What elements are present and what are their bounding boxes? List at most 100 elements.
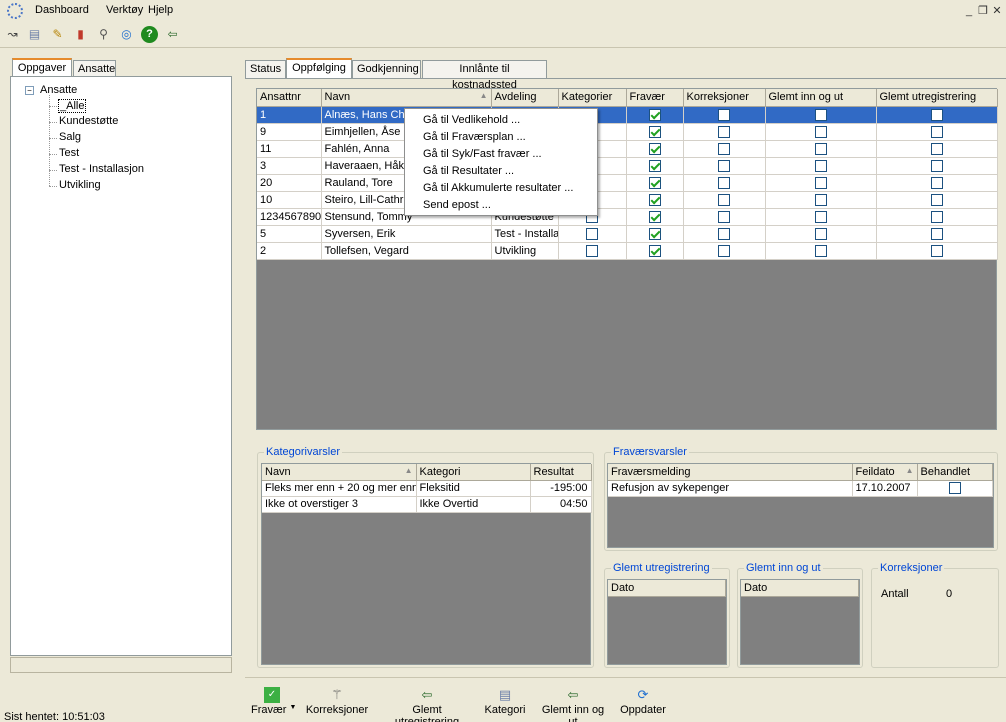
table-row[interactable]: Fleks mer enn + 20 og mer enn Fleksitid -1… — [262, 480, 592, 497]
context-menu-item[interactable]: Gå til Fraværsplan ... — [405, 129, 597, 146]
korreksjoner-checkbox[interactable] — [718, 142, 730, 155]
kategorier-checkbox[interactable] — [586, 244, 598, 257]
column-header[interactable]: Kategorier — [558, 89, 627, 107]
column-header[interactable]: Behandlet — [917, 464, 993, 481]
glemt-utregistrering-checkbox[interactable] — [930, 193, 943, 206]
chevron-down-icon[interactable]: ▼ — [289, 704, 296, 711]
pencil-icon[interactable]: ✎ — [49, 26, 66, 43]
column-header[interactable]: Navn ▲ — [262, 464, 417, 481]
table-row[interactable]: 10 Steiro, Lill-Cathrin — [257, 191, 998, 209]
arrow-icon[interactable]: ↝ — [4, 26, 21, 43]
glemt-inn-ut-checkbox[interactable] — [814, 244, 827, 257]
table-row[interactable]: 11 Fahlén, Anna — [257, 140, 998, 158]
globe-icon[interactable]: ◎ — [118, 26, 135, 43]
column-header[interactable]: Fravær — [626, 89, 684, 107]
glemt-inn-ut-checkbox[interactable] — [814, 125, 827, 138]
korreksjoner-checkbox[interactable] — [718, 159, 730, 172]
tab-status[interactable]: Status — [245, 60, 286, 78]
tree-item-kundestotte[interactable]: Kundestøtte — [59, 115, 118, 127]
glemt-inn-ut-checkbox[interactable] — [814, 142, 827, 155]
behandlet-checkbox[interactable] — [948, 482, 961, 495]
kategorier-checkbox[interactable] — [586, 227, 598, 240]
fravaer-checkbox[interactable] — [648, 210, 661, 223]
korreksjoner-checkbox[interactable] — [718, 210, 730, 223]
context-menu-item[interactable]: Gå til Resultater ... — [405, 163, 597, 180]
tree-item-utvikling[interactable]: Utvikling — [59, 179, 101, 191]
tab-oppfolging[interactable]: Oppfølging — [286, 58, 352, 78]
column-header[interactable]: Glemt utregistrering — [876, 89, 998, 107]
glemt-utregistrering-checkbox[interactable] — [930, 108, 943, 121]
context-menu-item[interactable]: Gå til Akkumulerte resultater ... — [405, 180, 597, 197]
oppdater-button[interactable]: ⟳ Oppdater — [619, 687, 667, 716]
fravaer-checkbox[interactable] — [648, 193, 661, 206]
fravaer-checkbox[interactable] — [648, 125, 661, 138]
korreksjoner-checkbox[interactable] — [718, 227, 730, 240]
chart-icon[interactable]: ▮ — [72, 26, 89, 43]
column-header[interactable]: Dato — [608, 580, 726, 597]
korreksjoner-checkbox[interactable] — [718, 244, 730, 257]
restore-button[interactable]: ❐ — [976, 4, 990, 18]
table-row[interactable]: 5Syversen, ErikTest - Installasjon — [257, 225, 998, 243]
tree-item-salg[interactable]: Salg — [59, 131, 81, 143]
exit-icon[interactable]: ⇦ — [164, 26, 181, 43]
fravaer-checkbox[interactable] — [648, 176, 661, 189]
menu-help[interactable]: Hjelp — [148, 4, 173, 16]
korreksjoner-checkbox[interactable] — [718, 108, 730, 121]
column-header[interactable]: Korreksjoner — [683, 89, 766, 107]
help-icon[interactable]: ? — [141, 26, 158, 43]
fravaer-checkbox[interactable] — [648, 142, 661, 155]
column-header[interactable]: Resultat — [530, 464, 592, 481]
context-menu-item[interactable]: Gå til Vedlikehold ... — [405, 112, 597, 129]
table-row[interactable]: 20 Rauland, Tore — [257, 174, 998, 192]
glemt-inn-ut-checkbox[interactable] — [814, 159, 827, 172]
column-header[interactable]: Fraværsmelding — [608, 464, 853, 481]
column-header[interactable]: Glemt inn og ut — [765, 89, 877, 107]
column-header[interactable]: Dato — [741, 580, 859, 597]
glemt-inn-ut-checkbox[interactable] — [814, 193, 827, 206]
table-row[interactable]: 9 Eimhjellen, Åse — [257, 123, 998, 141]
fravaer-checkbox[interactable] — [648, 227, 661, 240]
glemt-inn-ut-button[interactable]: ⇦ Glemt inn og ut — [536, 687, 610, 722]
glemt-utregistrering-checkbox[interactable] — [930, 227, 943, 240]
table-row[interactable]: 3 Haveraaen, Håk — [257, 157, 998, 175]
glemt-inn-ut-checkbox[interactable] — [814, 108, 827, 121]
column-header[interactable]: Feildato ▲ — [852, 464, 918, 481]
glemt-utregistrering-checkbox[interactable] — [930, 125, 943, 138]
korreksjoner-checkbox[interactable] — [718, 193, 730, 206]
table-row[interactable]: 1234567890 Stensund, Tommy Kundestøtte — [257, 208, 998, 226]
table-row[interactable]: Ikke ot overstiger 3 Ikke Overtid 04:50 — [262, 496, 592, 513]
tab-innlante[interactable]: Innlånte til kostnadssted — [422, 60, 547, 91]
document-icon[interactable]: ▤ — [26, 26, 43, 43]
context-menu-item[interactable]: Send epost ... — [405, 197, 597, 214]
glemt-utregistrering-checkbox[interactable] — [930, 176, 943, 189]
tree-item-test-installasjon[interactable]: Test - Installasjon — [59, 163, 144, 175]
menu-tools[interactable]: Verktøy — [106, 4, 143, 16]
collapse-icon[interactable]: − — [25, 85, 34, 95]
minimize-button[interactable]: _ — [962, 4, 976, 18]
glemt-utregistrering-checkbox[interactable] — [930, 159, 943, 172]
korreksjoner-checkbox[interactable] — [718, 125, 730, 138]
glemt-utregistrering-checkbox[interactable] — [930, 210, 943, 223]
glemt-utregistrering-checkbox[interactable] — [930, 244, 943, 257]
glemt-utregistrering-checkbox[interactable] — [930, 142, 943, 155]
glemt-inn-ut-checkbox[interactable] — [814, 210, 827, 223]
fravaer-checkbox[interactable] — [648, 159, 661, 172]
glemt-utregistrering-button[interactable]: ⇦ Glemt utregistrering — [379, 687, 475, 722]
korreksjoner-checkbox[interactable] — [718, 176, 730, 189]
table-row[interactable]: Refusjon av sykepenger 17.10.2007 — [608, 480, 993, 497]
fravaer-button[interactable]: ✓ Fravær ▼ — [251, 687, 296, 716]
search-icon[interactable]: ⚲ — [95, 26, 112, 43]
fravaer-checkbox[interactable] — [648, 108, 661, 121]
column-header[interactable]: Ansattnr — [257, 89, 322, 107]
glemt-inn-ut-checkbox[interactable] — [814, 227, 827, 240]
glemt-inn-ut-checkbox[interactable] — [814, 176, 827, 189]
tab-oppgaver[interactable]: Oppgaver — [12, 58, 72, 78]
fravaer-checkbox[interactable] — [648, 244, 661, 257]
table-row[interactable]: 2 Tollefsen, Vegard Utvikling — [257, 242, 998, 260]
context-menu-item[interactable]: Gå til Syk/Fast fravær ... — [405, 146, 597, 163]
close-button[interactable]: ✕ — [990, 4, 1004, 18]
table-row[interactable]: 1Alnæs, Hans ChrUtvikling — [257, 106, 998, 124]
tree-root[interactable]: − Ansatte — [25, 84, 77, 96]
tree-item-alle[interactable]: _Alle — [58, 99, 87, 113]
column-header[interactable]: Avdeling — [491, 89, 559, 107]
